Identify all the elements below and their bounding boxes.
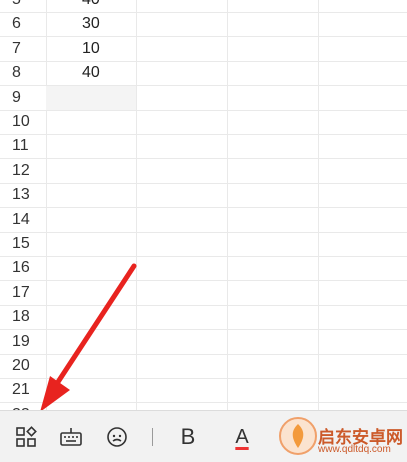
spreadsheet-grid[interactable]: 540630710840910111213141516171819202122 (0, 0, 407, 410)
table-row: 12 (0, 159, 407, 184)
table-row: 20 (0, 354, 407, 379)
cell-value[interactable] (46, 256, 136, 280)
cell-value[interactable] (46, 305, 136, 329)
row-number[interactable]: 6 (0, 12, 46, 36)
row-number[interactable]: 16 (0, 256, 46, 280)
row-number[interactable]: 11 (0, 134, 46, 158)
keyboard-icon[interactable] (57, 423, 85, 451)
table-row: 21 (0, 378, 407, 404)
font-color-button[interactable]: A (228, 423, 256, 451)
row-number[interactable]: 15 (0, 232, 46, 256)
row-number[interactable]: 21 (0, 378, 46, 402)
row-number[interactable]: 13 (0, 183, 46, 207)
table-row: 7 10 (0, 37, 407, 62)
table-row: 15 (0, 232, 407, 257)
cell-value[interactable] (46, 159, 136, 183)
cell-value[interactable]: 30 (46, 12, 136, 36)
row-number[interactable]: 18 (0, 305, 46, 329)
cell-value[interactable] (46, 208, 136, 232)
table-row: 19 (0, 330, 407, 355)
row-number[interactable]: 19 (0, 330, 46, 354)
row-number[interactable]: 20 (0, 354, 46, 378)
table-row: 13 (0, 183, 407, 209)
emoji-icon[interactable] (103, 423, 131, 451)
table-row: 11 (0, 134, 407, 160)
table-row: 6 30 (0, 12, 407, 38)
row-number[interactable]: 22 (0, 403, 46, 410)
font-color-label: A (235, 426, 249, 448)
bold-label: B (180, 424, 196, 449)
table-row: 16 (0, 256, 407, 282)
cell-value[interactable]: 40 (46, 61, 136, 85)
table-row: 18 (0, 305, 407, 331)
table-row: 9 (0, 85, 407, 111)
table-row: 22 (0, 403, 407, 410)
apps-icon[interactable] (12, 423, 40, 451)
table-row: 540 (0, 0, 407, 13)
cell-value[interactable] (46, 378, 136, 402)
cell-value[interactable] (46, 354, 136, 378)
row-number[interactable]: 7 (0, 37, 46, 61)
table-row: 10 (0, 110, 407, 135)
cell-value[interactable]: 40 (46, 0, 136, 12)
cell-value[interactable]: 10 (46, 37, 136, 61)
row-number[interactable]: 10 (0, 110, 46, 134)
table-row: 17 (0, 281, 407, 306)
row-number[interactable]: 14 (0, 208, 46, 232)
row-number[interactable]: 5 (0, 0, 46, 12)
watermark-url: www.qdltdq.com (318, 444, 391, 455)
row-number[interactable]: 17 (0, 281, 46, 305)
cell-value[interactable] (46, 183, 136, 207)
watermark-logo-icon (279, 417, 317, 455)
row-number[interactable]: 12 (0, 159, 46, 183)
row-number[interactable]: 9 (0, 86, 46, 110)
table-row: 8 40 (0, 61, 407, 87)
cell-value[interactable] (46, 232, 136, 256)
bold-button[interactable]: B (174, 423, 202, 451)
cell-value[interactable] (46, 86, 136, 110)
cell-value[interactable] (46, 110, 136, 134)
cell-value[interactable] (46, 134, 136, 158)
toolbar-divider (152, 428, 153, 446)
cell-value[interactable] (46, 330, 136, 354)
row-number[interactable]: 8 (0, 61, 46, 85)
cell-value[interactable] (46, 403, 136, 410)
table-row: 14 (0, 208, 407, 233)
cell-value[interactable] (46, 281, 136, 305)
